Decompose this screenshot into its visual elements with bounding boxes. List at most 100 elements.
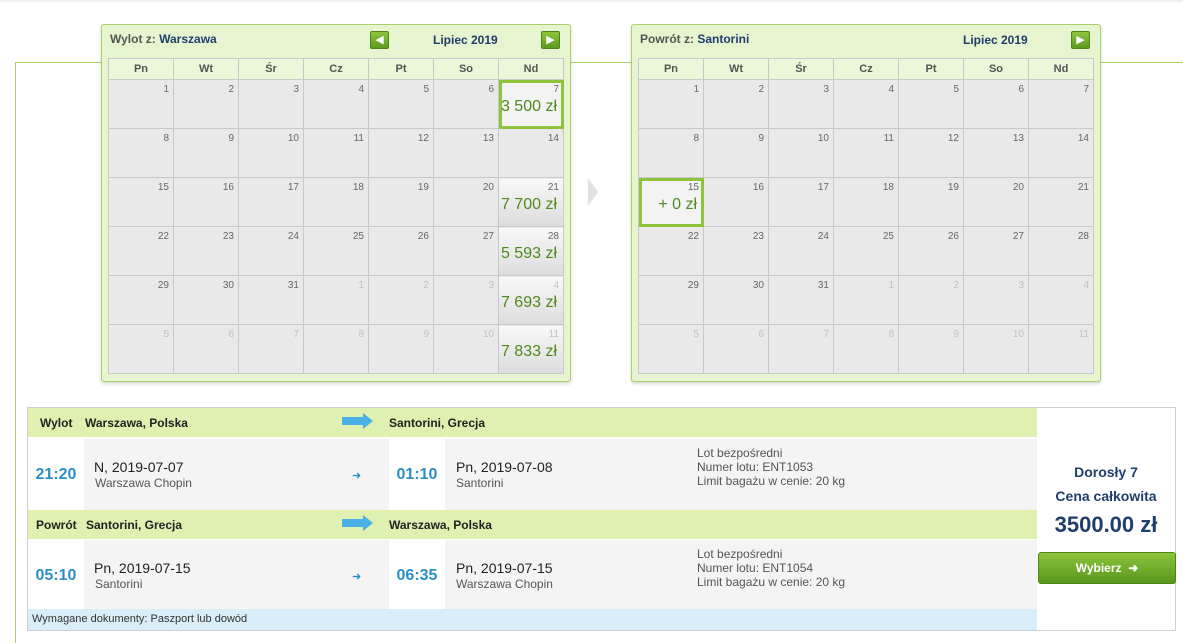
weekday-header: Nd bbox=[498, 58, 564, 80]
day-number: 29 bbox=[157, 280, 169, 291]
arrival-day: Pn, bbox=[456, 560, 478, 576]
day-number: 26 bbox=[417, 231, 429, 242]
day-number: 2 bbox=[953, 280, 959, 291]
baggage-limit: Limit bagażu w cenie: 20 kg bbox=[697, 575, 846, 589]
calendar-day[interactable]: 15 + 0 zł bbox=[638, 177, 704, 227]
route-label: Powrót z: bbox=[640, 32, 694, 46]
calendar-day: 3 bbox=[768, 79, 834, 129]
calendar-day: 16 bbox=[173, 177, 239, 227]
calendar-week: 5 6 7 8 9 10 11 bbox=[638, 324, 1094, 374]
day-number: 11 bbox=[1078, 329, 1089, 340]
day-number: 14 bbox=[547, 133, 559, 144]
calendar-day: 11 bbox=[303, 128, 369, 178]
calendar-day: 25 bbox=[833, 226, 899, 276]
calendar-day: 2 bbox=[368, 275, 434, 325]
weekday-header: Nd bbox=[1028, 58, 1094, 80]
weekday-header: Śr bbox=[238, 58, 304, 80]
next-month-button[interactable]: ▶ bbox=[1071, 31, 1090, 49]
day-number: 3 bbox=[293, 84, 299, 95]
day-number: 7 bbox=[1083, 84, 1089, 95]
calendar-day: 24 bbox=[768, 226, 834, 276]
day-number: 7 bbox=[823, 329, 829, 340]
day-number: 5 bbox=[163, 329, 169, 340]
calendar-day: 17 bbox=[238, 177, 304, 227]
leg-label: Powrót bbox=[36, 518, 77, 532]
arrow-left-icon: ◀ bbox=[375, 34, 384, 46]
day-price: 5 593 zł bbox=[500, 245, 557, 262]
day-number: 4 bbox=[1083, 280, 1089, 291]
day-number: 9 bbox=[228, 133, 234, 144]
calendar-day: 9 bbox=[898, 324, 964, 374]
arrow-right-icon: ➜ bbox=[352, 470, 362, 482]
calendar-day: 6 bbox=[703, 324, 769, 374]
calendar-day: 27 bbox=[433, 226, 499, 276]
calendar-day: 22 bbox=[638, 226, 704, 276]
arrival-time: 06:35 bbox=[389, 540, 445, 612]
day-number: 4 bbox=[553, 280, 559, 291]
arrow-right-icon: ➜ bbox=[1124, 561, 1139, 575]
day-number: 17 bbox=[287, 182, 299, 193]
day-number: 9 bbox=[423, 329, 429, 340]
weekday-header: Cz bbox=[833, 58, 899, 80]
calendar-day: 11 bbox=[833, 128, 899, 178]
calendar-day: 9 bbox=[173, 128, 239, 178]
calendar-day: 30 bbox=[173, 275, 239, 325]
return-route-bar: Powrót Santorini, Grecja Warszawa, Polsk… bbox=[28, 510, 1037, 539]
day-price: + 0 zł bbox=[658, 196, 697, 213]
calendar-day: 16 bbox=[703, 177, 769, 227]
calendar-day[interactable]: 21 7 700 zł bbox=[498, 177, 564, 227]
calendar-day: 1 bbox=[638, 79, 704, 129]
route-city: Warszawa bbox=[159, 32, 217, 46]
calendar-day: 9 bbox=[703, 128, 769, 178]
departure-day: Pn, bbox=[94, 560, 116, 576]
calendar-week: 29 30 31 1 2 3 4 7 693 zł bbox=[108, 275, 564, 325]
day-number: 24 bbox=[817, 231, 829, 242]
calendar-day: 18 bbox=[303, 177, 369, 227]
calendar-week: 8 9 10 11 12 13 14 bbox=[108, 128, 564, 178]
calendar-day[interactable]: 4 7 693 zł bbox=[498, 275, 564, 325]
calendar-day: 24 bbox=[238, 226, 304, 276]
route-label: Wylot z: bbox=[110, 32, 156, 46]
flight-number: Numer lotu: ENT1054 bbox=[697, 561, 814, 575]
calendar-day[interactable]: 11 7 833 zł bbox=[498, 324, 564, 374]
day-number: 16 bbox=[752, 182, 764, 193]
day-number: 20 bbox=[482, 182, 494, 193]
day-number: 14 bbox=[1077, 133, 1089, 144]
day-number: 8 bbox=[888, 329, 894, 340]
day-number: 4 bbox=[888, 84, 894, 95]
day-number: 1 bbox=[693, 84, 699, 95]
day-number: 25 bbox=[882, 231, 894, 242]
calendar-day: 2 bbox=[898, 275, 964, 325]
day-number: 25 bbox=[352, 231, 364, 242]
day-number: 6 bbox=[758, 329, 764, 340]
calendar-day: 14 bbox=[498, 128, 564, 178]
calendar-day: 7 bbox=[768, 324, 834, 374]
calendar-week: 22 23 24 25 26 27 28 bbox=[638, 226, 1094, 276]
day-number: 15 bbox=[687, 182, 699, 193]
day-number: 27 bbox=[1012, 231, 1024, 242]
calendar-day: 5 bbox=[108, 324, 174, 374]
calendar-day: 2 bbox=[703, 79, 769, 129]
day-number: 8 bbox=[693, 133, 699, 144]
day-price: 3 500 zł bbox=[500, 98, 557, 115]
calendar-day: 23 bbox=[173, 226, 239, 276]
calendar-day: 3 bbox=[238, 79, 304, 129]
prev-month-button[interactable]: ◀ bbox=[370, 31, 389, 49]
weekday-header: Pn bbox=[638, 58, 704, 80]
calendar-header: Powrót z: Santorini Lipiec 2019 ▶ bbox=[632, 25, 1100, 55]
calendar-day: 10 bbox=[963, 324, 1029, 374]
calendar-day: 12 bbox=[368, 128, 434, 178]
arrow-right-icon: ➜ bbox=[352, 571, 362, 583]
choose-button[interactable]: Wybierz ➜ bbox=[1038, 552, 1176, 584]
calendar-day[interactable]: 7 3 500 zł bbox=[498, 79, 564, 129]
day-number: 9 bbox=[953, 329, 959, 340]
route-city: Santorini bbox=[697, 32, 750, 46]
calendar-day: 14 bbox=[1028, 128, 1094, 178]
day-number: 11 bbox=[883, 133, 894, 144]
day-number: 6 bbox=[488, 84, 494, 95]
calendar-day[interactable]: 28 5 593 zł bbox=[498, 226, 564, 276]
calendar-route: Powrót z: Santorini bbox=[640, 32, 749, 46]
day-number: 7 bbox=[553, 84, 559, 95]
day-number: 9 bbox=[758, 133, 764, 144]
next-month-button[interactable]: ▶ bbox=[541, 31, 560, 49]
